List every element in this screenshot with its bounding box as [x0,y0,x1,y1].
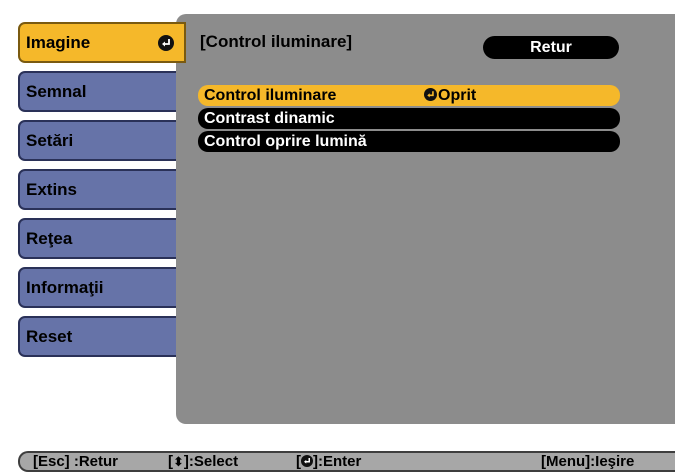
help-select-close: ]:Select [183,453,239,470]
menu-item-label: Informaţii [26,278,104,297]
option-control-oprire-lumina[interactable]: Control oprire lumină [198,131,620,152]
help-select: [⬍]:Select [168,453,238,471]
main-menu: Imagine Semnal Setări Extins Reţea Infor… [18,22,186,366]
option-contrast-dinamic[interactable]: Contrast dinamic [198,108,620,129]
return-button[interactable]: Retur [483,36,619,59]
menu-item-label: Imagine [26,33,91,52]
menu-item-label: Reset [26,327,73,346]
option-control-iluminare[interactable]: Control iluminare Oprit [198,85,620,106]
help-bar: [Esc] :Retur [⬍]:Select [ ]:Enter [Menu]… [18,451,675,472]
menu-item-label: Reţea [26,229,73,248]
option-value-text: Oprit [438,87,477,104]
help-menu-exit: [Menu]:Ieşire [541,453,635,470]
page-title: [Control iluminare] [200,32,353,51]
help-enter: [ ]:Enter [296,453,361,470]
enter-icon [424,88,437,101]
option-label: Control oprire lumină [204,133,367,150]
help-esc: [Esc] :Retur [33,453,119,470]
settings-panel: [Control iluminare] Retur Control ilumin… [176,14,675,424]
up-down-arrow-icon: ⬍ [173,455,184,470]
menu-item-label: Semnal [26,82,87,101]
menu-item-label: Extins [26,180,78,199]
option-value: Oprit [424,85,476,106]
option-label: Contrast dinamic [204,110,335,127]
help-enter-close: ]:Enter [313,453,362,470]
menu-item-imagine[interactable]: Imagine [18,22,186,63]
menu-item-label: Setări [26,131,74,150]
enter-icon [301,455,313,467]
menu-item-reset[interactable]: Reset [18,316,186,357]
menu-item-informatii[interactable]: Informaţii [18,267,186,308]
option-label: Control iluminare [204,87,337,104]
enter-icon [158,35,174,51]
menu-item-semnal[interactable]: Semnal [18,71,186,112]
menu-item-retea[interactable]: Reţea [18,218,186,259]
menu-item-setari[interactable]: Setări [18,120,186,161]
menu-item-extins[interactable]: Extins [18,169,186,210]
